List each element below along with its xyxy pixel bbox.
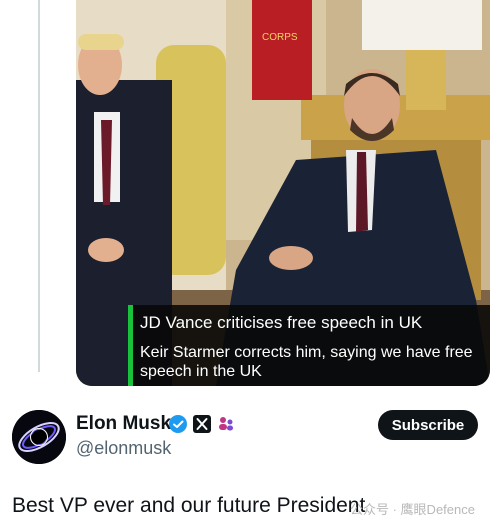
svg-text:CORPS: CORPS bbox=[262, 32, 298, 43]
author-handle[interactable]: @elonmusk bbox=[76, 438, 171, 459]
author-badges bbox=[168, 413, 236, 435]
verified-check-icon bbox=[168, 414, 188, 434]
source-watermark: 公众号 · 鹰眼Defence bbox=[350, 502, 475, 517]
x-logo-icon[interactable] bbox=[192, 414, 212, 434]
video-caption-overlay: JD Vance criticises free speech in UK Ke… bbox=[128, 305, 490, 386]
thread-connector-line bbox=[38, 0, 40, 372]
subscribe-button[interactable]: Subscribe bbox=[378, 410, 478, 440]
caption-body: Keir Starmer corrects him, saying we hav… bbox=[140, 344, 473, 380]
author-display-name[interactable]: Elon Musk bbox=[76, 413, 171, 435]
post-text: Best VP ever and our future President bbox=[12, 494, 366, 517]
affiliation-people-icon[interactable] bbox=[216, 414, 236, 434]
caption-accent-bar bbox=[128, 305, 133, 386]
caption-headline: JD Vance criticises free speech in UK bbox=[140, 313, 423, 332]
author-avatar[interactable] bbox=[12, 410, 66, 464]
avatar-blackhole-image bbox=[12, 410, 66, 464]
